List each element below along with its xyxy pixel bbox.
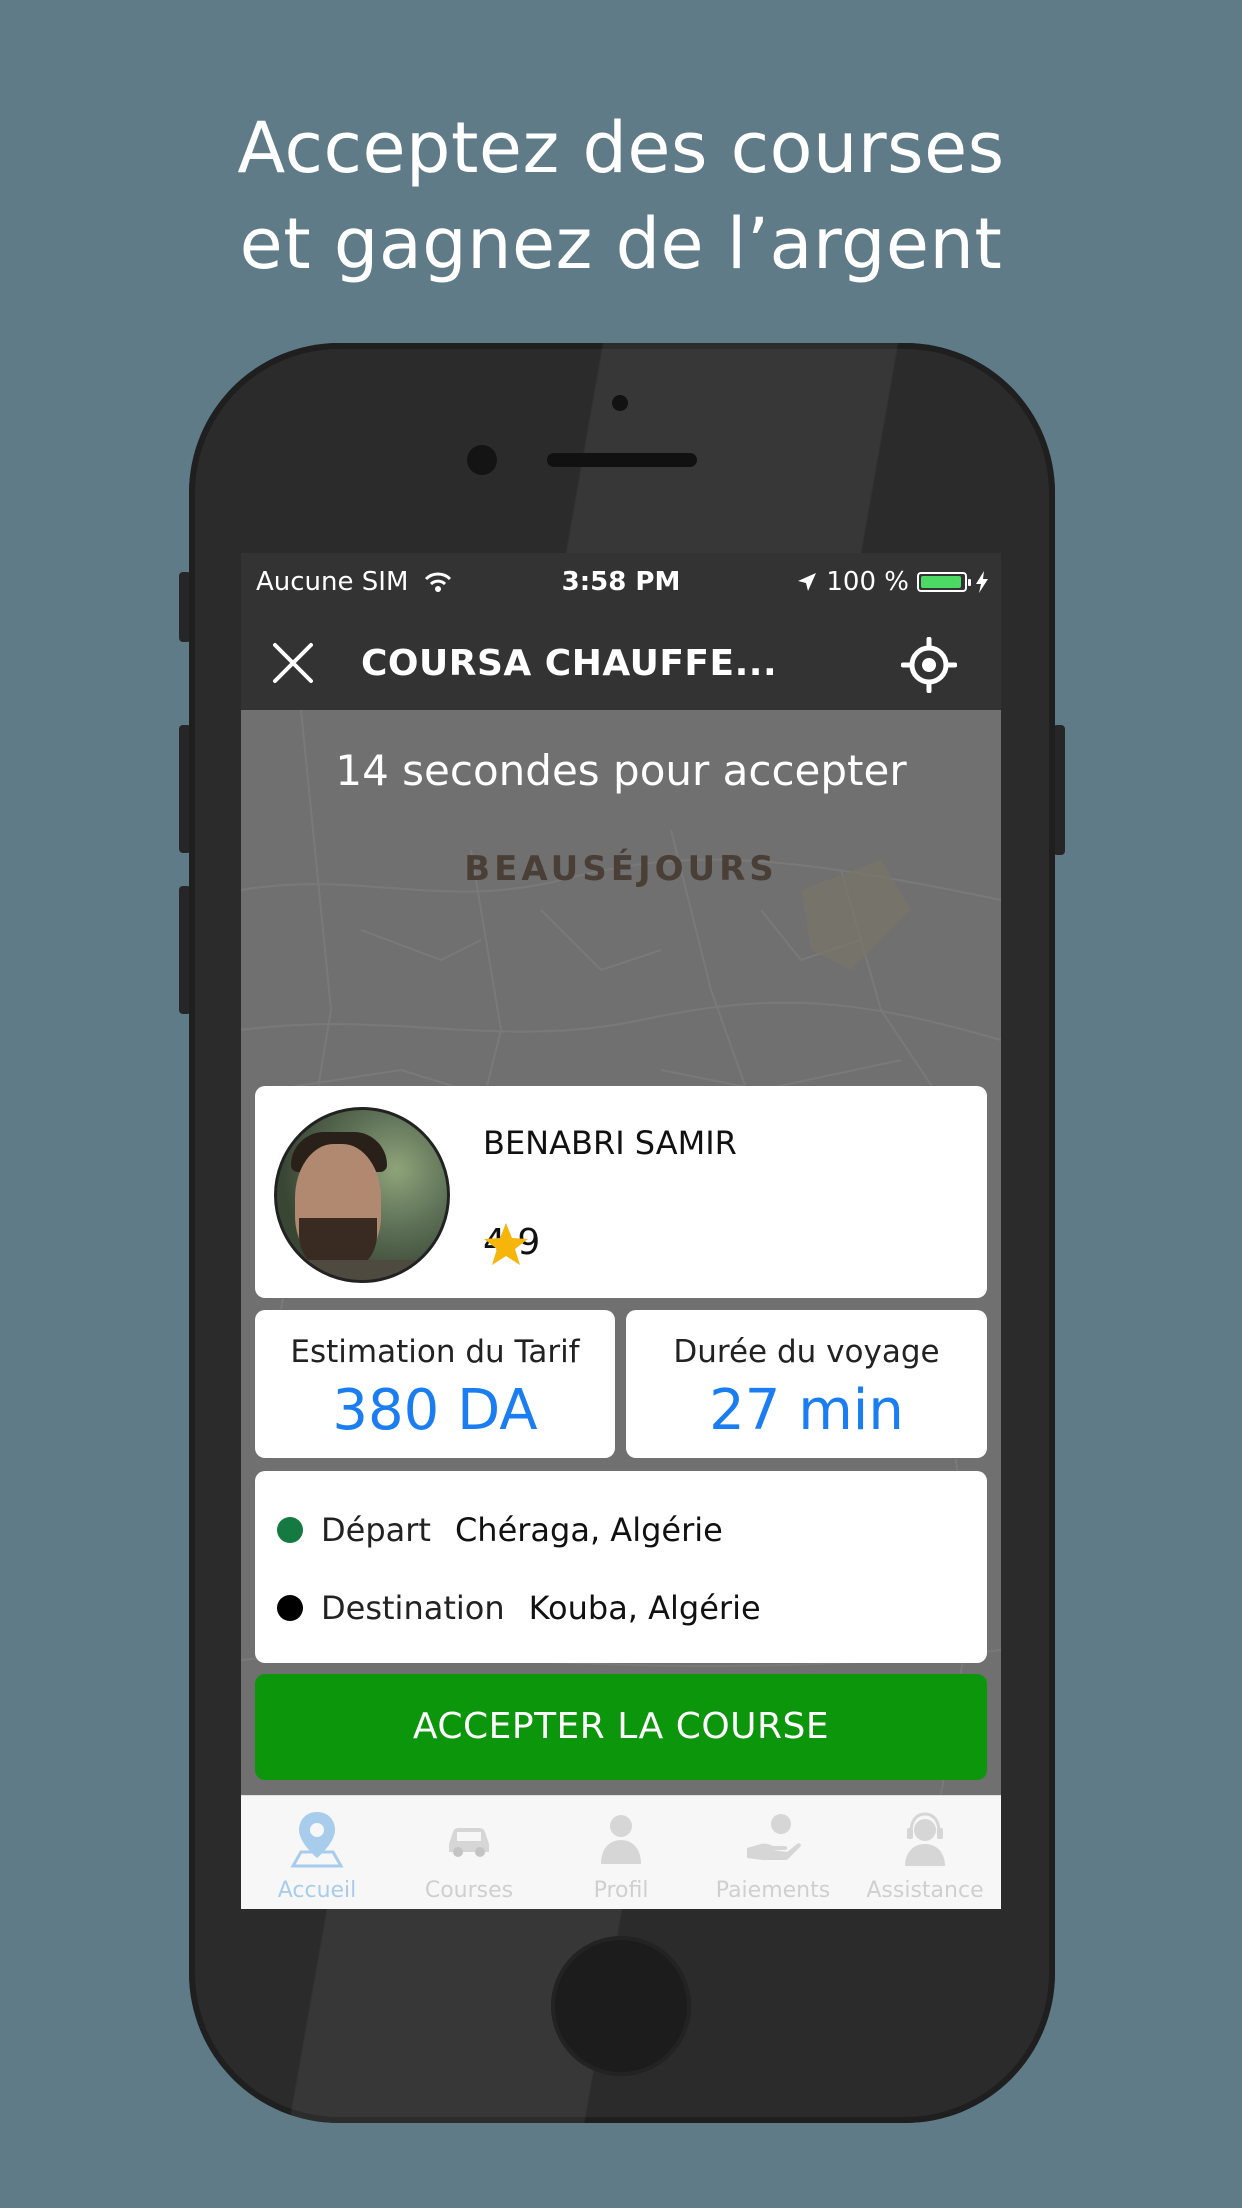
headline: Acceptez des courses et gagnez de l’arge…	[0, 100, 1242, 292]
accept-ride-button[interactable]: ACCEPTER LA COURSE	[255, 1674, 987, 1780]
headline-line-1: Acceptez des courses	[237, 107, 1005, 189]
tab-courses[interactable]: Courses	[393, 1796, 545, 1909]
tab-label-accueil: Accueil	[277, 1878, 357, 1903]
tab-label-paiements: Paiements	[715, 1878, 831, 1903]
location-arrow-icon	[798, 573, 817, 591]
rider-rating: 4.9	[483, 1222, 540, 1265]
destination-row: Destination Kouba, Algérie	[277, 1589, 761, 1627]
earpiece-speaker	[547, 453, 697, 467]
rider-card: BENABRI SAMIR 4.9	[255, 1086, 987, 1298]
phone-screen: Aucune SIM 3:58 PM 100 % COURSA CHAUFFE.…	[241, 553, 1001, 1909]
charging-icon	[976, 571, 988, 593]
tab-bar: Accueil Courses Profil Paiements Assista…	[241, 1795, 1001, 1909]
tab-profil[interactable]: Profil	[545, 1796, 697, 1909]
tab-accueil[interactable]: Accueil	[241, 1796, 393, 1909]
front-camera	[467, 445, 497, 475]
nav-title: COURSA CHAUFFE...	[361, 643, 778, 684]
destination-value: Kouba, Algérie	[528, 1589, 761, 1627]
departure-label: Départ	[321, 1511, 431, 1549]
home-button[interactable]	[551, 1936, 691, 2076]
proximity-sensor	[612, 395, 628, 411]
status-bar: Aucune SIM 3:58 PM 100 %	[241, 553, 1001, 613]
fare-estimate-card: Estimation du Tarif 380 DA	[255, 1310, 615, 1458]
destination-dot	[277, 1595, 303, 1621]
tab-label-profil: Profil	[593, 1878, 649, 1903]
headline-line-2: et gagnez de l’argent	[239, 203, 1003, 285]
duration-label: Durée du voyage	[673, 1334, 940, 1370]
person-icon	[601, 1815, 641, 1864]
locate-icon[interactable]	[901, 637, 957, 693]
star-icon	[484, 1223, 528, 1265]
battery-icon	[917, 572, 971, 592]
duration-value: 27 min	[709, 1378, 904, 1443]
headset-icon	[905, 1812, 945, 1866]
tab-label-courses: Courses	[424, 1878, 514, 1903]
tab-paiements[interactable]: Paiements	[697, 1796, 849, 1909]
payment-icon	[747, 1814, 801, 1860]
tab-assistance[interactable]: Assistance	[849, 1796, 1001, 1909]
car-icon	[449, 1828, 489, 1857]
departure-row: Départ Chéraga, Algérie	[277, 1511, 723, 1549]
nav-bar: COURSA CHAUFFE...	[241, 613, 1001, 713]
fare-label: Estimation du Tarif	[290, 1334, 580, 1370]
destination-label: Destination	[321, 1589, 505, 1627]
map-pin-icon	[290, 1812, 344, 1868]
rider-avatar	[274, 1107, 450, 1283]
departure-dot	[277, 1517, 303, 1543]
departure-value: Chéraga, Algérie	[454, 1511, 723, 1549]
close-icon[interactable]	[271, 641, 315, 685]
status-right: 100 %	[796, 567, 989, 597]
battery-percent: 100 %	[826, 567, 909, 597]
tab-label-assistance: Assistance	[866, 1878, 984, 1903]
map-view[interactable]: 14 secondes pour accepter BEAUSÉJOURS BE…	[241, 710, 1001, 1795]
trip-duration-card: Durée du voyage 27 min	[626, 1310, 987, 1458]
rider-name: BENABRI SAMIR	[483, 1124, 737, 1162]
map-district-label: BEAUSÉJOURS	[464, 849, 778, 889]
fare-value: 380 DA	[332, 1378, 538, 1443]
route-card: Départ Chéraga, Algérie Destination Koub…	[255, 1471, 987, 1663]
accept-countdown: 14 secondes pour accepter	[335, 746, 907, 795]
